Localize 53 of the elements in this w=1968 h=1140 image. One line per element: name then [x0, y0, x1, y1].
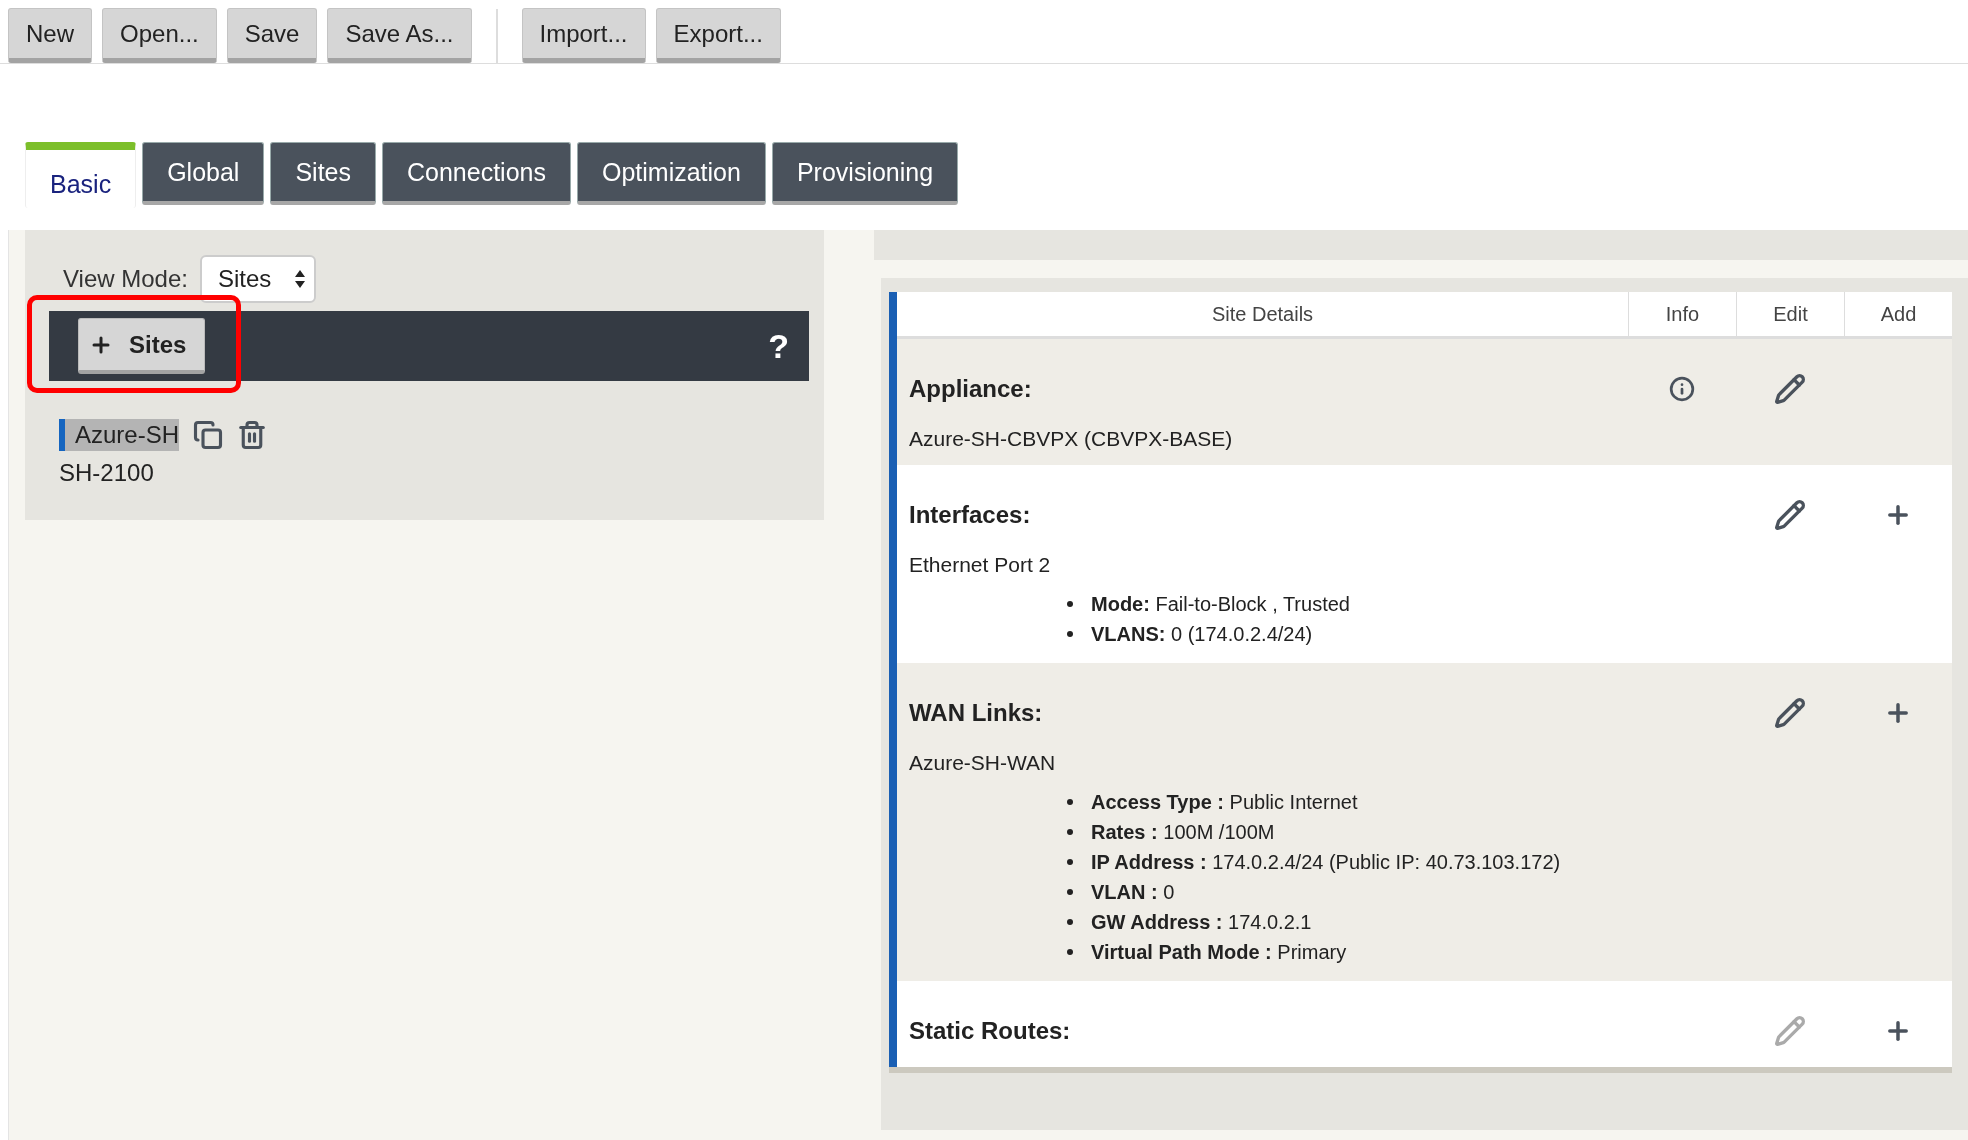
detail-item: Virtual Path Mode : Primary: [1091, 940, 1347, 965]
toolbar-button[interactable]: Import...: [521, 8, 646, 63]
detail-item: Access Type : Public Internet: [1091, 790, 1358, 815]
view-mode-select[interactable]: Sites: [199, 255, 316, 303]
toolbar-button[interactable]: Save: [226, 8, 318, 63]
bullet-icon: [1067, 601, 1073, 607]
view-mode-label: View Mode:: [63, 265, 188, 293]
edit-icon[interactable]: [1774, 697, 1806, 729]
section-value: Azure-SH-CBVPX (CBVPX-BASE): [909, 427, 1234, 451]
copy-icon[interactable]: [193, 420, 224, 450]
column-header: Info: [1628, 292, 1736, 336]
detail-item: Mode: Fail-to-Block , Trusted: [1091, 592, 1350, 617]
toolbar-button[interactable]: Save As...: [327, 8, 472, 63]
detail-item: GW Address : 174.0.2.1: [1091, 910, 1312, 935]
site-model: SH-2100: [58, 459, 155, 487]
detail-item: VLAN : 0: [1091, 880, 1175, 905]
tab[interactable]: Global: [142, 142, 265, 205]
section-title: Static Routes:: [909, 1016, 1072, 1046]
bullet-icon: [1067, 859, 1073, 865]
column-header: Edit: [1736, 292, 1844, 336]
bullet-icon: [1067, 889, 1073, 895]
detail-item: VLANS: 0 (174.0.2.4/24): [1091, 622, 1313, 647]
section-title: Appliance:: [909, 374, 1033, 404]
section-value: Ethernet Port 2: [909, 553, 1052, 577]
trash-icon[interactable]: [237, 420, 268, 450]
tab[interactable]: Provisioning: [771, 142, 959, 205]
detail-item: IP Address : 174.0.2.4/24 (Public IP: 40.73.103.172): [1091, 850, 1561, 875]
edit-icon[interactable]: [1774, 499, 1806, 531]
section-value: Azure-SH-WAN: [909, 751, 1057, 775]
site-item[interactable]: Azure-SH: [59, 419, 180, 451]
tab[interactable]: Basic: [25, 142, 137, 208]
detail-item: Rates : 100M /100M: [1091, 820, 1275, 845]
toolbar-button[interactable]: Open...: [102, 8, 217, 63]
toolbar-button[interactable]: Export...: [655, 8, 781, 63]
tab[interactable]: Connections: [382, 142, 571, 205]
edit-icon[interactable]: [1774, 373, 1806, 405]
edit-icon: [1774, 1015, 1806, 1047]
updown-icon: [293, 268, 306, 290]
section-title: Interfaces:: [909, 500, 1032, 530]
info-icon[interactable]: [1669, 376, 1695, 402]
column-header: Add: [1844, 292, 1952, 336]
add-sites-button[interactable]: Sites: [78, 318, 206, 374]
bullet-icon: [1067, 799, 1073, 805]
toolbar-button[interactable]: New: [8, 8, 92, 63]
section-title: WAN Links:: [909, 698, 1044, 728]
bullet-icon: [1067, 949, 1073, 955]
column-header: Site Details: [1210, 301, 1315, 327]
bullet-icon: [1067, 631, 1073, 637]
tab[interactable]: Optimization: [577, 142, 766, 205]
tab[interactable]: Sites: [270, 142, 376, 205]
bullet-icon: [1067, 829, 1073, 835]
bullet-icon: [1067, 919, 1073, 925]
help-icon[interactable]: ?: [768, 326, 789, 366]
